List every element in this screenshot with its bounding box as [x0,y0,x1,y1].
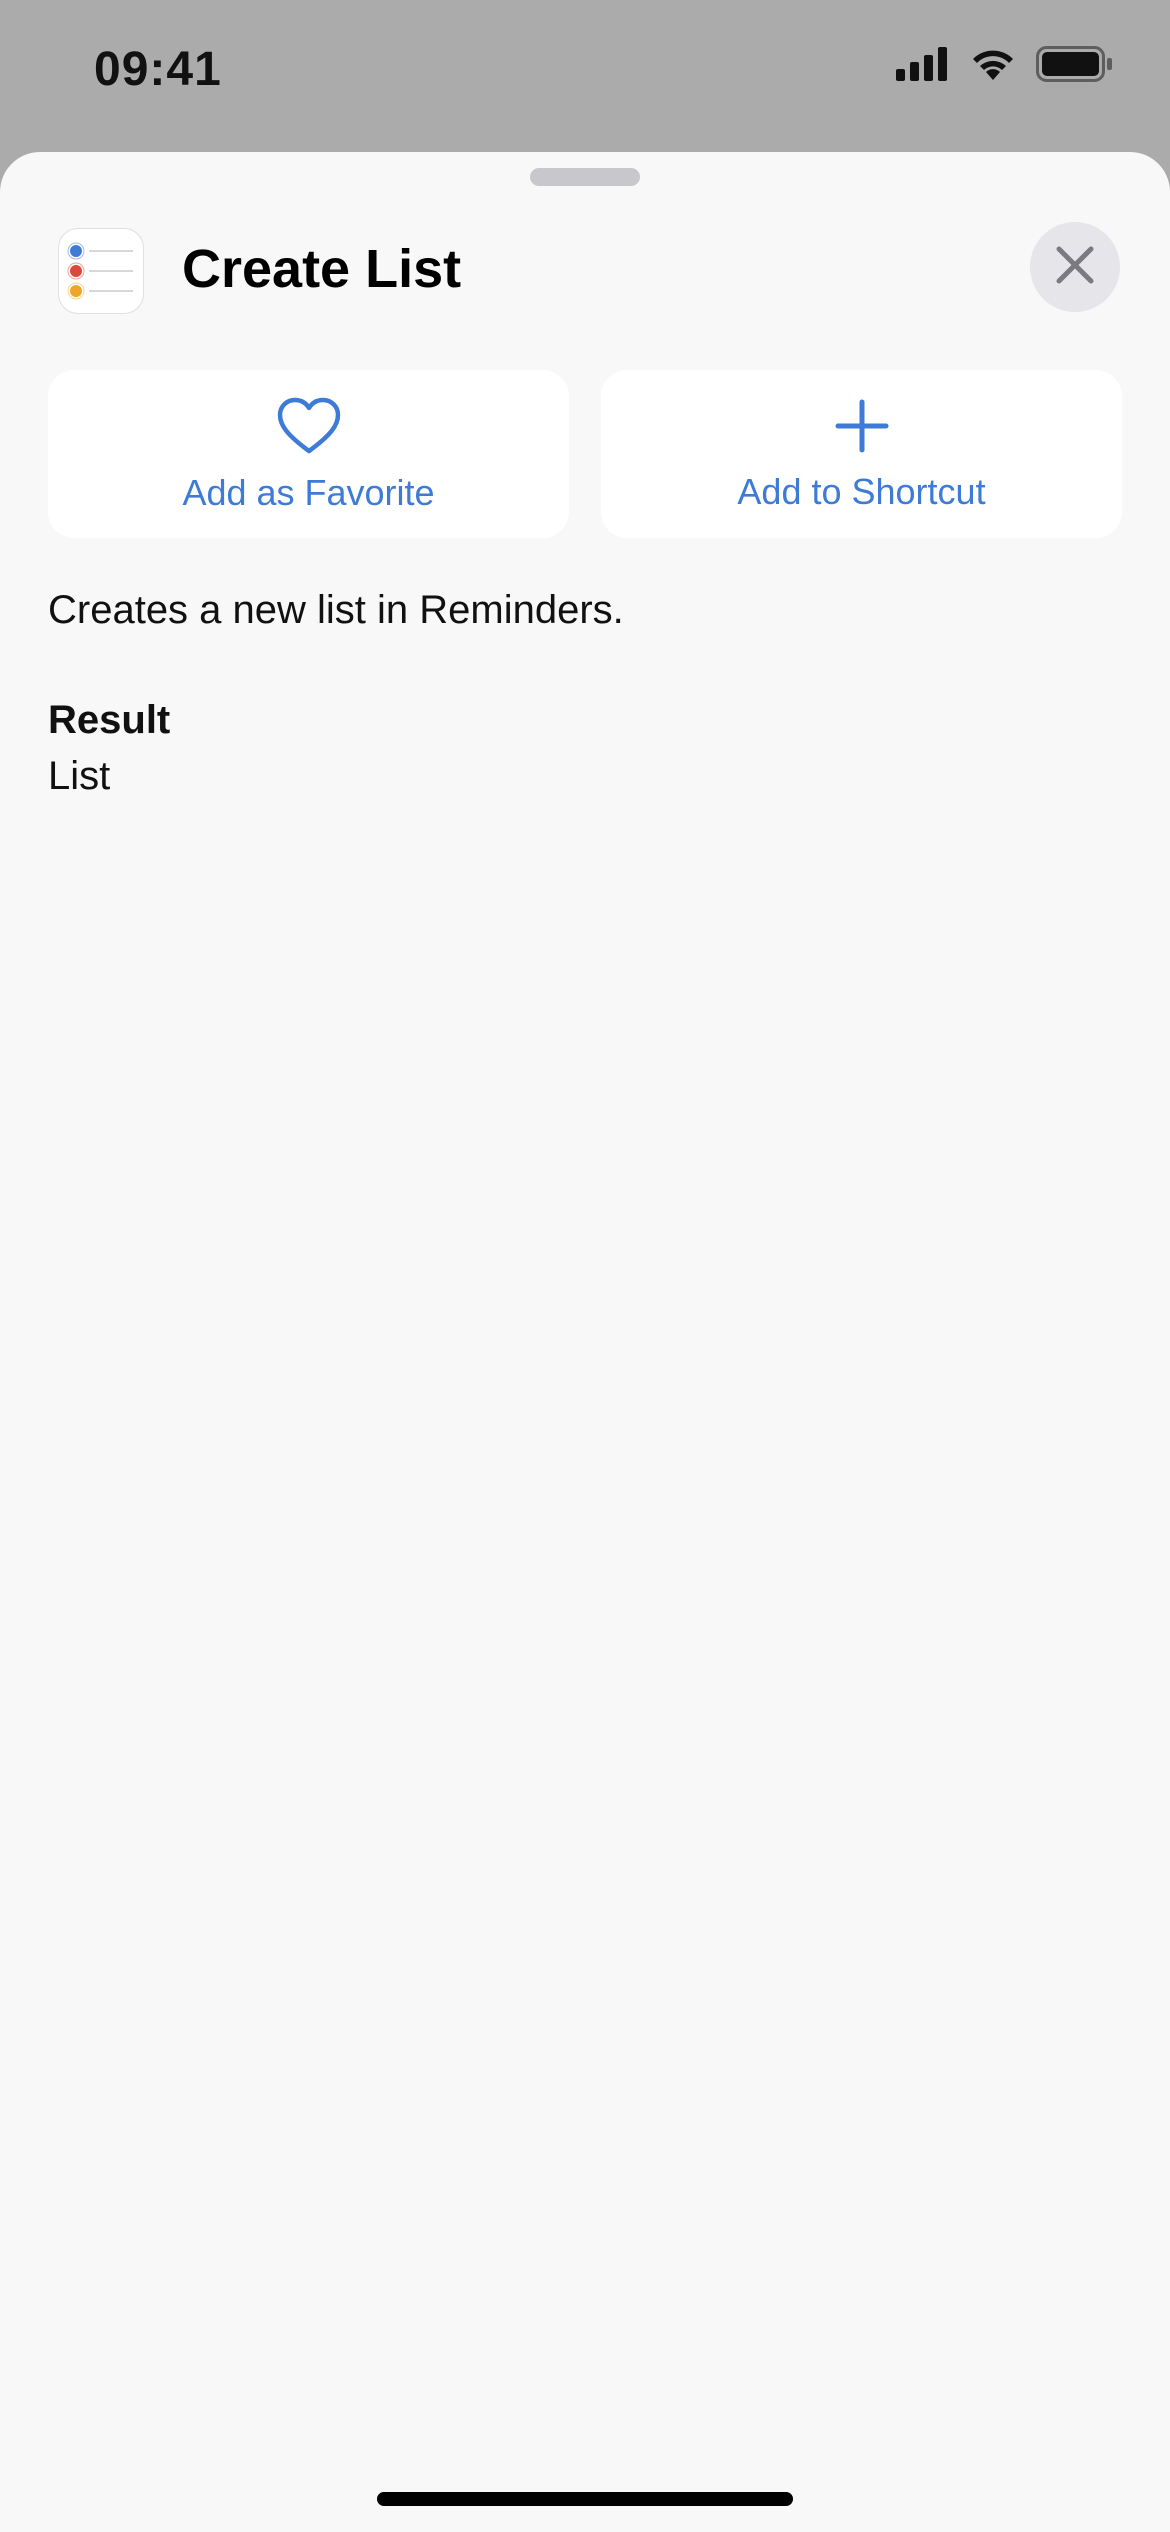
plus-icon [834,398,890,459]
wifi-icon [968,46,1018,82]
sheet-grabber[interactable] [530,168,640,186]
result-heading: Result [48,698,171,742]
status-icons [896,46,1114,82]
heart-icon [277,397,341,460]
battery-icon [1036,46,1114,82]
sheet-header: Create List [0,222,1170,342]
action-detail-sheet: Create List Add as Favorite Add to Short… [0,152,1170,2532]
page-title: Create List [182,239,462,299]
home-indicator[interactable] [377,2492,793,2506]
status-bar: 09:41 [0,0,1170,150]
add-as-favorite-button[interactable]: Add as Favorite [48,370,569,538]
result-value: List [48,754,111,798]
close-button[interactable] [1030,222,1120,312]
status-time: 09:41 [94,43,222,96]
action-buttons: Add as Favorite Add to Shortcut [48,370,1122,538]
reminders-app-icon [58,228,144,314]
add-as-favorite-label: Add as Favorite [182,471,435,513]
add-to-shortcut-label: Add to Shortcut [737,470,986,512]
action-description: Creates a new list in Reminders. [48,588,624,632]
cellular-signal-icon [896,47,950,81]
close-icon [1055,245,1095,290]
add-to-shortcut-button[interactable]: Add to Shortcut [601,370,1122,538]
